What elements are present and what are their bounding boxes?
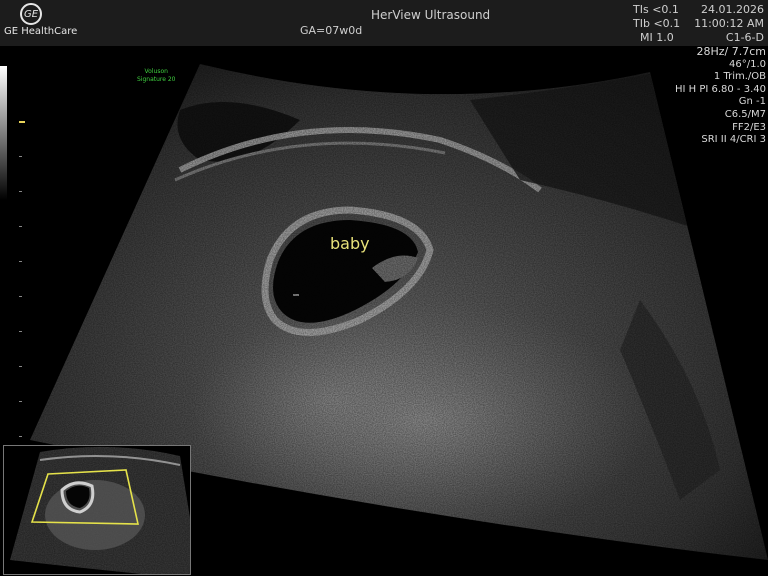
annotation-label: baby (330, 234, 370, 253)
depth-scale (19, 156, 22, 437)
ultrasound-sector-image (3, 64, 768, 575)
system-line-2: Signature 20 (137, 76, 176, 83)
grayscale-bar (0, 66, 7, 200)
focus-marker-icon (19, 121, 25, 123)
system-model-label: Voluson Signature 20 (137, 68, 176, 84)
system-line-1: Voluson (144, 68, 168, 75)
reference-thumbnail (3, 445, 191, 575)
